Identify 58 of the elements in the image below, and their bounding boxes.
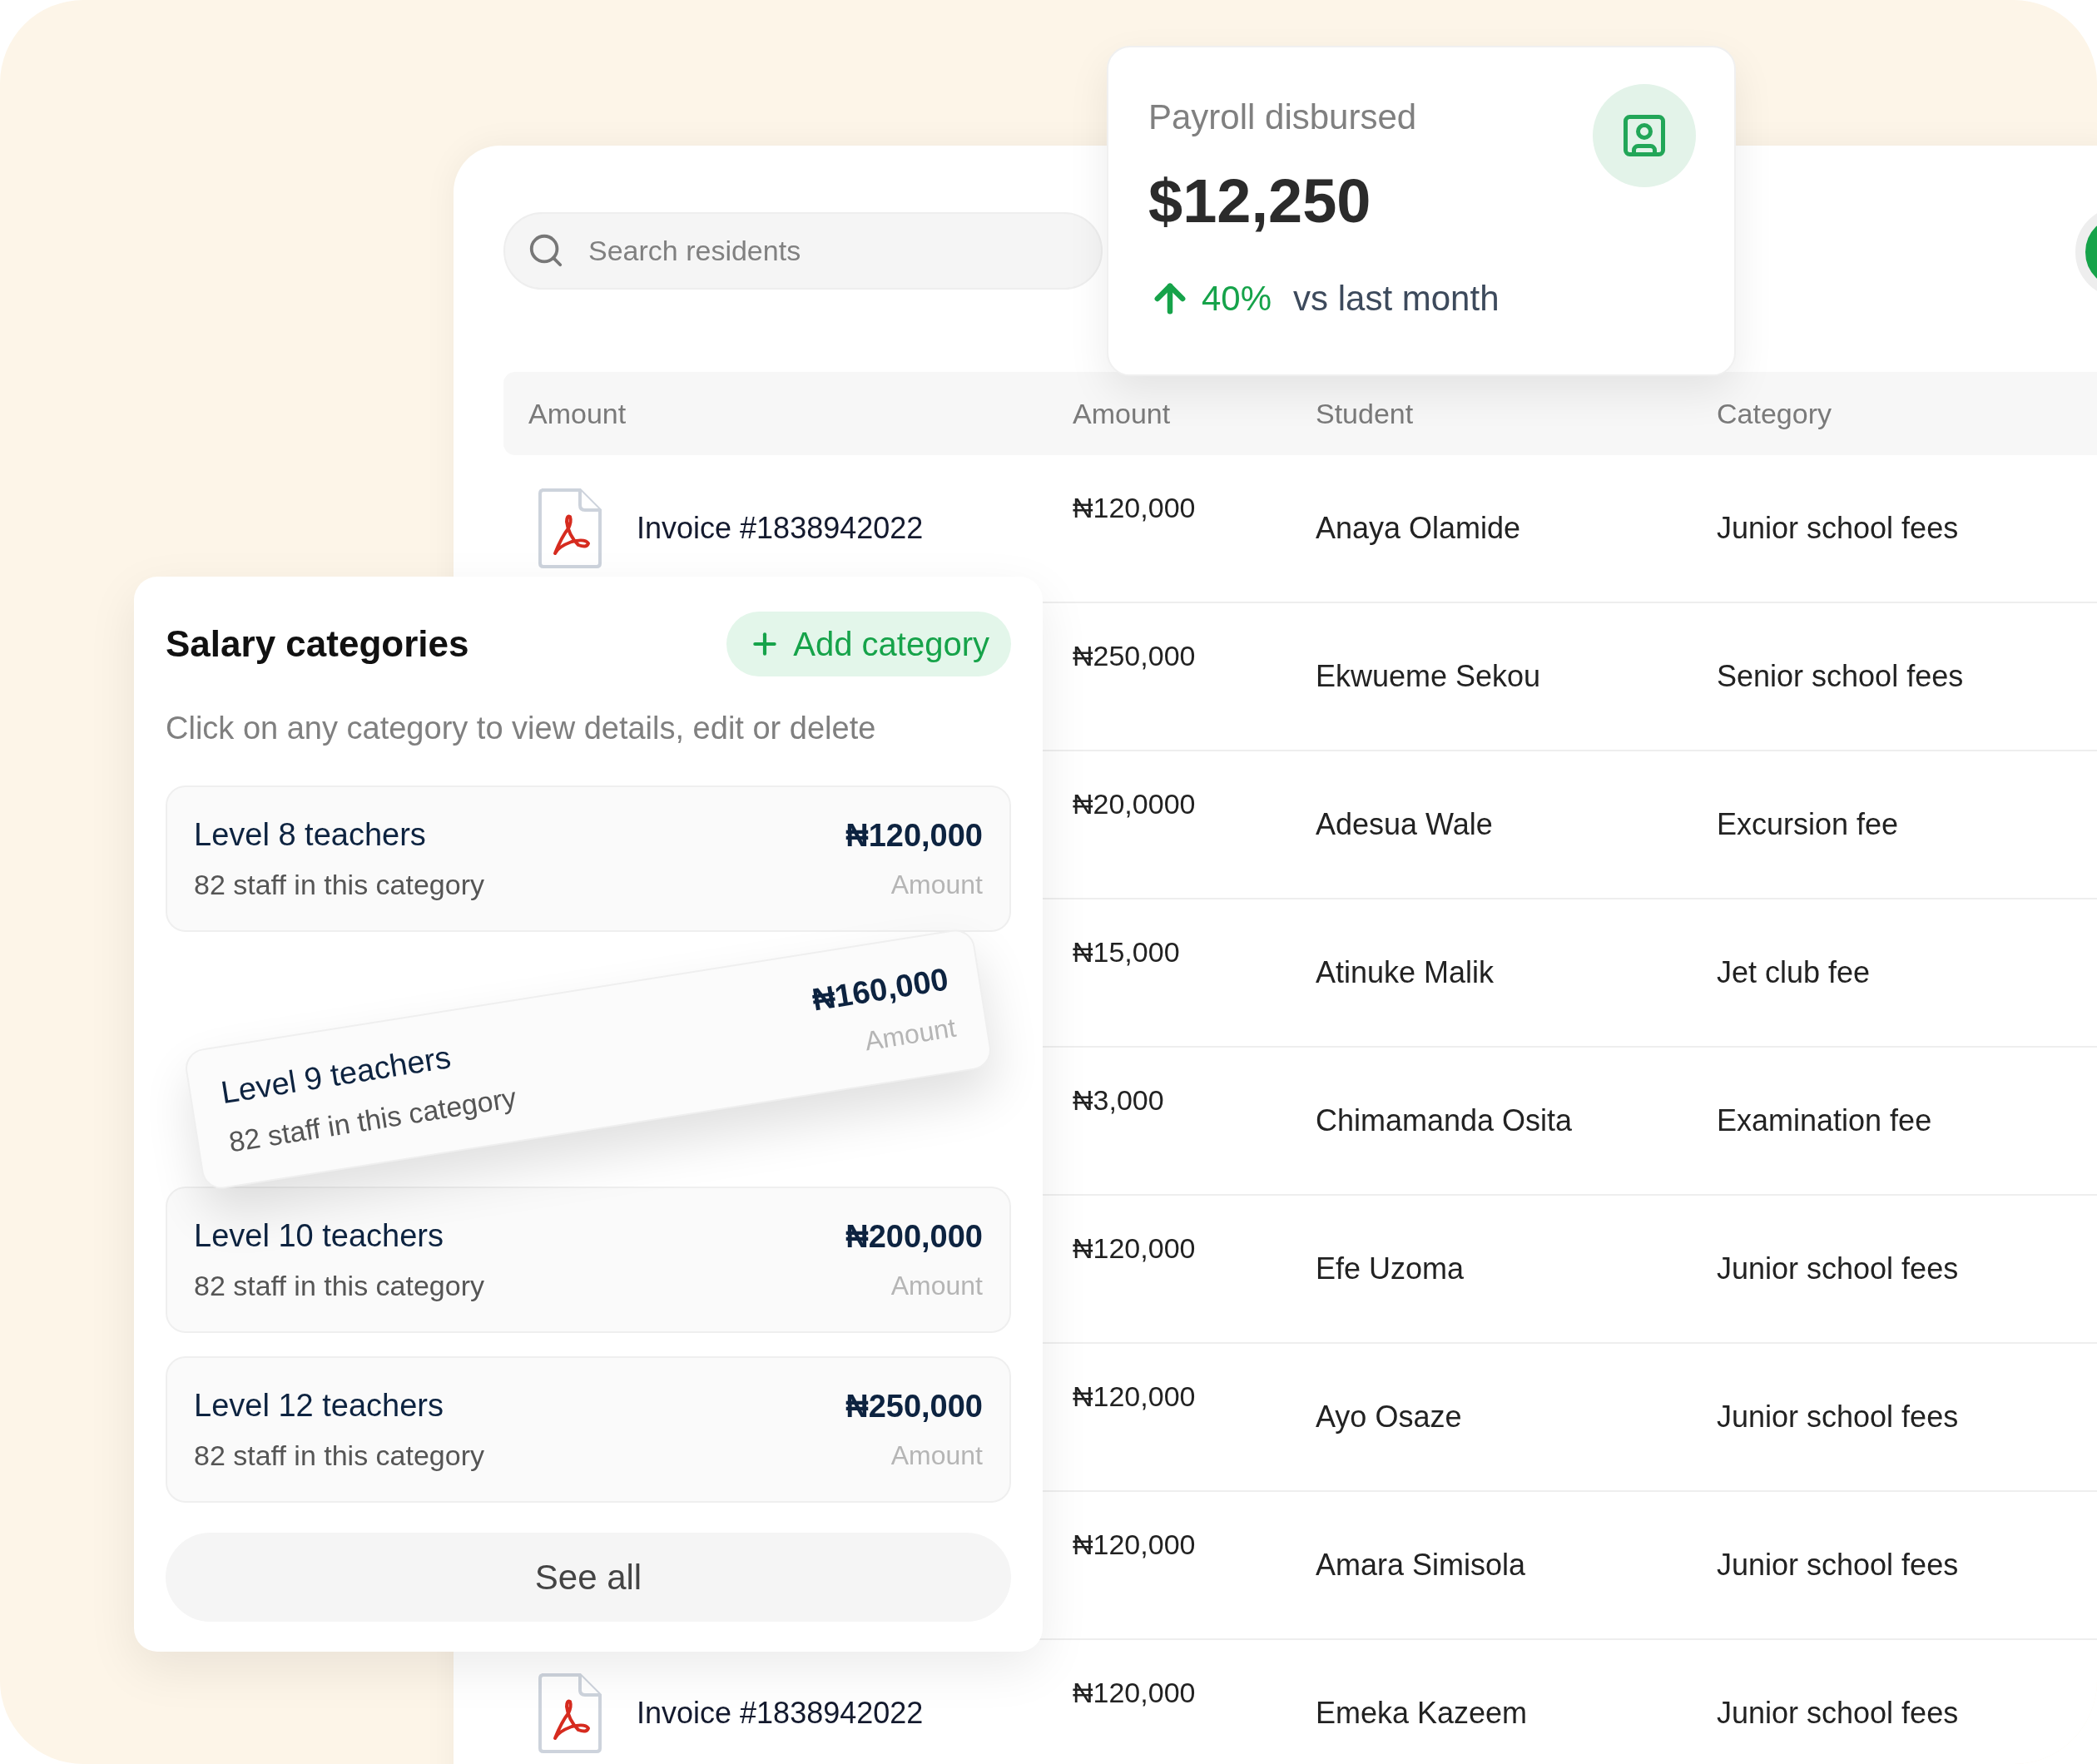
amount-label: Amount bbox=[890, 868, 983, 901]
table-cell-text: Efe Uzoma bbox=[1316, 1251, 1465, 1287]
card-subtitle: Click on any category to view details, edit or delete bbox=[166, 710, 877, 747]
table-cell-text: Junior school fees bbox=[1717, 1695, 1960, 1732]
column-header: Category bbox=[1717, 396, 1832, 431]
category-name: Level 10 teachers bbox=[194, 1217, 444, 1255]
see-all-button[interactable]: See all bbox=[166, 1533, 1011, 1622]
payroll-value: $12,250 bbox=[1148, 171, 1372, 232]
category-name: Level 12 teachers bbox=[194, 1387, 444, 1425]
amount-label: Amount bbox=[890, 1439, 983, 1472]
invoice-name: Invoice #1838942022 bbox=[637, 510, 924, 547]
table-cell-text: ₦120,000 bbox=[1073, 1528, 1197, 1562]
table-cell-text: Ekwueme Sekou bbox=[1316, 658, 1542, 695]
trend-percent: 40% bbox=[1202, 278, 1272, 320]
column-header: Amount bbox=[528, 396, 627, 431]
table-cell-text: ₦15,000 bbox=[1073, 935, 1181, 969]
category-card[interactable]: Level 8 teachers 82 staff in this category ₦120,000 Amount bbox=[166, 785, 1011, 932]
table-cell-text: Excursion fee bbox=[1717, 806, 1900, 843]
category-card[interactable]: Level 12 teachers 82 staff in this category ₦250,000 Amount bbox=[166, 1356, 1011, 1503]
card-title: Salary categories bbox=[166, 622, 469, 666]
table-cell-text: ₦120,000 bbox=[1073, 1676, 1197, 1710]
staff-count: 82 staff in this category bbox=[194, 1268, 484, 1303]
table-cell-text: Amara Simisola bbox=[1316, 1547, 1527, 1583]
table-cell-text: Junior school fees bbox=[1717, 1399, 1960, 1435]
table-cell-text: Jet club fee bbox=[1717, 954, 1871, 991]
staff-count: 82 staff in this category bbox=[194, 867, 484, 902]
search-field[interactable]: Search residents bbox=[503, 212, 1103, 290]
table-cell-text: Atinuke Malik bbox=[1316, 954, 1495, 991]
trend-label: vs last month bbox=[1293, 278, 1500, 320]
table-cell-text: Emeka Kazeem bbox=[1316, 1695, 1529, 1732]
table-cell-text: Chimamanda Osita bbox=[1316, 1102, 1574, 1139]
table-cell-text: Junior school fees bbox=[1717, 1251, 1960, 1287]
table-cell-text: ₦20,0000 bbox=[1073, 787, 1197, 821]
table-cell-text: Senior school fees bbox=[1717, 658, 1965, 695]
category-amount: ₦250,000 bbox=[845, 1388, 983, 1426]
pdf-file-icon bbox=[537, 1672, 603, 1755]
table-cell-text: Junior school fees bbox=[1717, 510, 1960, 547]
table-cell-text: ₦3,000 bbox=[1073, 1083, 1165, 1117]
staff-count: 82 staff in this category bbox=[194, 1438, 484, 1473]
table-cell-text: Junior school fees bbox=[1717, 1547, 1960, 1583]
table-cell-text: ₦120,000 bbox=[1073, 1380, 1197, 1414]
card-title: Payroll disbursed bbox=[1148, 97, 1417, 138]
column-header: Amount bbox=[1073, 396, 1172, 431]
amount-label: Amount bbox=[890, 1269, 983, 1302]
pdf-file-icon bbox=[537, 487, 603, 570]
table-cell-text: ₦250,000 bbox=[1073, 639, 1197, 673]
category-amount: ₦200,000 bbox=[845, 1218, 983, 1256]
column-header: Student bbox=[1316, 396, 1415, 431]
category-card[interactable]: Level 10 teachers 82 staff in this category ₦200,000 Amount bbox=[166, 1187, 1011, 1333]
invoice-name: Invoice #1838942022 bbox=[637, 1695, 924, 1732]
table-cell-text: Adesua Wale bbox=[1316, 806, 1494, 843]
category-amount: ₦120,000 bbox=[845, 817, 983, 855]
table-cell-text: ₦120,000 bbox=[1073, 491, 1197, 525]
table-cell-text: ₦120,000 bbox=[1073, 1231, 1197, 1266]
table-cell-text: Anaya Olamide bbox=[1316, 510, 1522, 547]
table-cell-text: Ayo Osaze bbox=[1316, 1399, 1463, 1435]
table-cell-text: Examination fee bbox=[1717, 1102, 1933, 1139]
category-name: Level 8 teachers bbox=[194, 816, 427, 854]
